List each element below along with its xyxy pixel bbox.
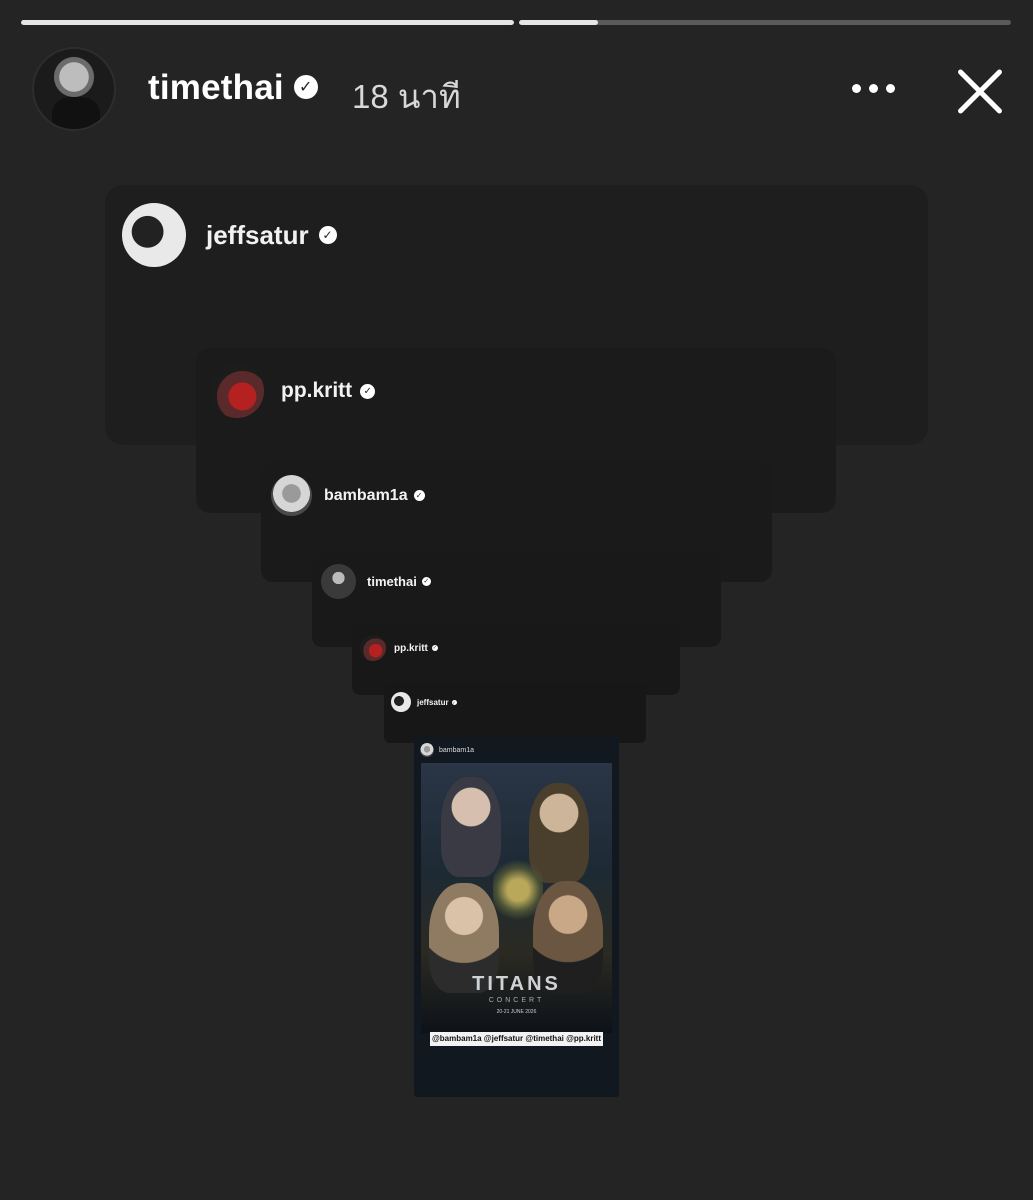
shared-user-5[interactable]: pp.kritt ✓ — [360, 635, 438, 661]
close-icon[interactable] — [950, 62, 1010, 122]
story-progress-segment-2 — [519, 20, 1011, 25]
story-username[interactable]: timethai ✓ — [148, 68, 318, 108]
story-progress-segment-1 — [21, 20, 514, 25]
progress-fill-1 — [21, 20, 514, 25]
verified-badge-icon: ✓ — [318, 226, 337, 244]
shared-username: jeffsatur — [206, 219, 309, 250]
avatar — [210, 364, 264, 418]
poster-header: bambam1a — [420, 743, 474, 757]
verified-badge-icon: ✓ — [293, 74, 318, 99]
shared-username: pp.kritt — [281, 379, 353, 402]
avatar — [271, 475, 312, 516]
shared-username: bambam1a — [324, 486, 408, 504]
shared-username: pp.kritt — [394, 642, 428, 654]
avatar — [122, 203, 186, 267]
verified-badge-icon: ✓ — [431, 645, 438, 651]
avatar — [420, 743, 434, 757]
avatar — [321, 564, 356, 599]
avatar[interactable] — [32, 47, 116, 131]
verified-badge-icon: ✓ — [413, 490, 425, 501]
verified-badge-icon: ✓ — [421, 577, 431, 586]
shared-user-3[interactable]: bambam1a ✓ — [271, 475, 425, 516]
verified-badge-icon: ✓ — [360, 383, 376, 399]
poster-subtitle: CONCERT — [488, 997, 545, 1004]
shared-user-4[interactable]: timethai ✓ — [321, 564, 431, 599]
poster-title: TITANS — [472, 973, 561, 995]
poster-date: 20-21 JUNE 2026 — [496, 1009, 537, 1015]
shared-username: timethai — [367, 574, 417, 589]
concert-poster[interactable]: bambam1a TITANS CONCERT 20-21 JUNE 2026 … — [414, 737, 619, 1097]
avatar — [391, 692, 411, 712]
more-icon[interactable] — [852, 80, 896, 100]
story-timestamp: 18 นาที — [352, 78, 461, 115]
progress-fill-2 — [519, 20, 598, 25]
shared-user-2[interactable]: pp.kritt ✓ — [210, 364, 376, 418]
poster-mentions: @bambam1a @jeffsatur @timethai @pp.kritt — [430, 1032, 603, 1046]
avatar — [360, 635, 386, 661]
verified-badge-icon: ✓ — [451, 699, 457, 705]
poster-username: bambam1a — [439, 746, 475, 754]
shared-user-6[interactable]: jeffsatur ✓ — [391, 692, 457, 712]
shared-username: jeffsatur — [417, 697, 449, 707]
username-text[interactable]: timethai — [148, 68, 284, 107]
poster-person-1 — [441, 777, 501, 877]
shared-user-1[interactable]: jeffsatur ✓ — [122, 203, 337, 267]
poster-image: TITANS CONCERT 20-21 JUNE 2026 — [421, 763, 612, 1033]
